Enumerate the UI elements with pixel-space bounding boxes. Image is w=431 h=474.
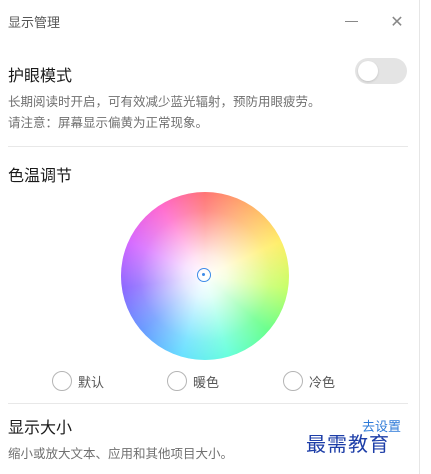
title-bar: 显示管理 ✕ xyxy=(0,0,420,42)
color-wheel[interactable] xyxy=(121,192,289,360)
color-temp-cool-option[interactable]: 冷色 xyxy=(283,370,335,392)
close-button[interactable]: ✕ xyxy=(384,8,410,34)
display-settings-window: 显示管理 ✕ 护眼模式 长期阅读时开启，可有效减少蓝光辐射，预防用眼疲劳。 请注… xyxy=(0,0,420,474)
radio-icon xyxy=(167,371,187,391)
color-temp-title: 色温调节 xyxy=(8,166,73,185)
toggle-knob xyxy=(358,61,378,81)
watermark-text: 最需教育 xyxy=(306,432,390,456)
color-picker-handle[interactable] xyxy=(197,268,211,282)
minimize-button[interactable] xyxy=(338,8,364,34)
close-icon: ✕ xyxy=(390,11,404,31)
divider xyxy=(8,403,408,404)
radio-label: 冷色 xyxy=(309,375,336,391)
radio-label: 暖色 xyxy=(193,375,220,391)
color-temp-default-option[interactable]: 默认 xyxy=(52,370,104,392)
color-temp-warm-option[interactable]: 暖色 xyxy=(167,370,219,392)
minimize-icon xyxy=(344,20,358,22)
display-size-title: 显示大小 xyxy=(8,418,73,437)
eye-protection-note: 请注意：屏幕显示偏黄为正常现象。 xyxy=(8,115,209,130)
eye-protection-toggle[interactable] xyxy=(355,58,407,84)
radio-icon xyxy=(283,371,303,391)
radio-label: 默认 xyxy=(78,375,105,391)
radio-icon xyxy=(52,371,72,391)
eye-protection-desc: 长期阅读时开启，可有效减少蓝光辐射，预防用眼疲劳。 xyxy=(8,94,321,109)
display-size-desc: 缩小或放大文本、应用和其他项目大小。 xyxy=(8,446,234,461)
window-title: 显示管理 xyxy=(8,16,61,31)
eye-protection-title: 护眼模式 xyxy=(8,66,73,85)
divider xyxy=(8,146,408,147)
